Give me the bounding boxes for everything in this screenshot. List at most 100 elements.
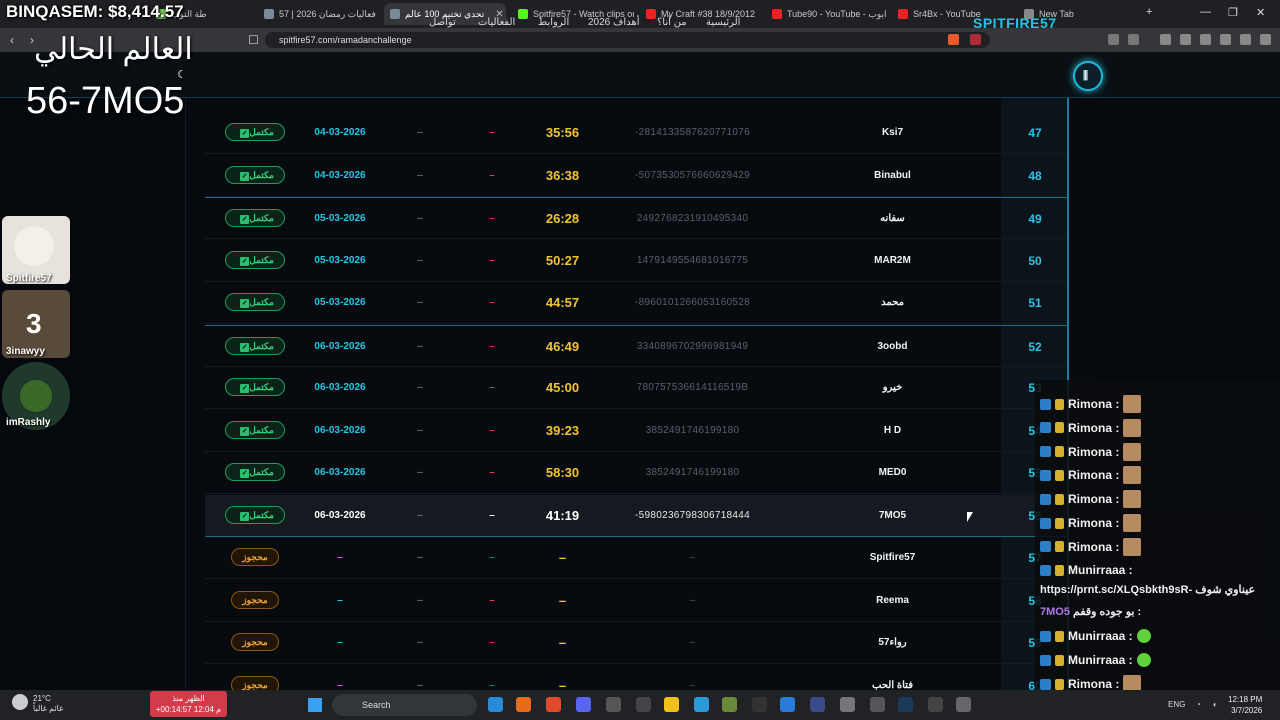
table-row[interactable]: محجوز–––––رواء5759 <box>205 622 1067 664</box>
table-row[interactable]: مكتمل 06-03-2026 – – 39:23 3852491746199180 H … <box>205 410 1067 452</box>
badge-icon <box>1055 564 1064 576</box>
platform-icon <box>1040 630 1051 642</box>
table-row[interactable]: مكتمل 05-03-2026 – – 50:27 147914955468101677… <box>205 240 1067 282</box>
bookmark-icon[interactable]: ☐ <box>248 33 259 47</box>
date-cell: 04-03-2026 <box>314 127 366 138</box>
network-icon[interactable]: ◔ <box>1196 700 1201 709</box>
chat-message: Munirraaa : <box>1040 649 1151 671</box>
table-row[interactable]: محجوز–––––Spitfire5757 <box>205 537 1067 579</box>
tab-6[interactable]: Tube90 - YouTube - ايوب <box>766 3 888 25</box>
maximize-icon[interactable]: ❐ <box>1228 6 1238 19</box>
url-field[interactable]: spitfire57.com/ramadanchallenge <box>265 32 990 48</box>
menu-icon[interactable] <box>1260 34 1271 45</box>
empty-cell: – <box>489 127 495 138</box>
media-icon[interactable] <box>1160 34 1171 45</box>
platform-icon <box>1040 678 1051 690</box>
table-row[interactable]: مكتمل 04-03-2026 – – 35:56 -28141335876207710… <box>205 112 1067 154</box>
empty-cell: – <box>489 552 495 563</box>
empty-cell: – <box>489 594 495 606</box>
site-logo-mark[interactable]: ⫼ <box>1073 61 1103 91</box>
seed-cell: 1479149554681016775 <box>636 254 749 266</box>
app-icon[interactable] <box>928 697 943 712</box>
empty-cell: – <box>417 637 423 648</box>
date-cell: 05-03-2026 <box>314 254 366 266</box>
steam-icon[interactable] <box>898 697 913 712</box>
date-cell: 05-03-2026 <box>314 213 366 224</box>
seed-cell: – <box>689 594 696 606</box>
vpn-icon[interactable] <box>1240 34 1251 45</box>
emote-icon <box>1123 418 1142 437</box>
app-icon[interactable] <box>870 697 885 712</box>
wallet-icon[interactable] <box>1200 34 1211 45</box>
chat-message: Rimona : <box>1040 464 1142 486</box>
rank-cell: 47 <box>1028 126 1042 140</box>
nav-contact[interactable]: تواصل <box>429 17 456 28</box>
extension-icon[interactable] <box>1108 34 1119 45</box>
prayer-time-widget[interactable]: الظهر منذ +00:14:57 12:04 م <box>150 691 227 717</box>
empty-cell: – <box>489 297 495 308</box>
firefox-icon[interactable] <box>516 697 531 712</box>
copilot-icon[interactable] <box>488 697 503 712</box>
sidebar-icon[interactable] <box>1180 34 1191 45</box>
language-indicator[interactable]: ENG <box>1168 700 1185 709</box>
tab-2[interactable]: 57 | فعاليات رمضان 2026 <box>258 3 380 25</box>
nav-goals[interactable]: أهداف 2026 <box>588 17 639 28</box>
date-cell: 05-03-2026 <box>314 297 366 308</box>
close-window-icon[interactable]: ✕ <box>1256 6 1265 19</box>
taskbar-search[interactable]: Search <box>332 694 477 716</box>
platform-icon <box>1040 564 1051 576</box>
app-icon[interactable] <box>810 697 825 712</box>
empty-cell: – <box>489 169 495 181</box>
app-icon[interactable] <box>752 697 767 712</box>
site-logo[interactable]: SPITFIRE57 <box>973 15 1057 31</box>
brave-rewards-icon[interactable] <box>970 34 981 45</box>
emote-icon <box>1136 653 1151 667</box>
vscode-icon[interactable] <box>780 697 795 712</box>
system-clock[interactable]: 12:18 PM 3/7/2026 <box>1228 694 1262 716</box>
app-icon[interactable] <box>840 697 855 712</box>
brave-icon[interactable] <box>546 697 561 712</box>
volume-icon[interactable]: ◖ <box>1212 700 1217 709</box>
back-icon[interactable]: ‹ <box>10 33 14 47</box>
minimize-icon[interactable]: — <box>1200 6 1211 18</box>
emote-icon <box>1123 537 1142 556</box>
table-row[interactable]: مكتمل 06-03-2026 – – 41:19 -59802367983067184… <box>205 494 1067 537</box>
weather-icon[interactable] <box>12 694 28 710</box>
temperature: 21°C <box>33 694 51 703</box>
badge-icon <box>1055 469 1064 481</box>
obs-icon[interactable] <box>636 697 651 712</box>
weather-widget[interactable]: 21°C غائم غالباً <box>33 694 63 714</box>
nav-events[interactable]: الفعاليات <box>478 17 515 28</box>
minecraft-icon[interactable] <box>722 697 737 712</box>
player-name-cell: Binabul <box>874 169 911 181</box>
clock-date: 3/7/2026 <box>1231 706 1263 715</box>
ai-icon[interactable] <box>1220 34 1231 45</box>
empty-cell: – <box>417 297 423 308</box>
brave-shield-icon[interactable] <box>948 34 959 45</box>
status-badge: مكتمل <box>215 112 295 154</box>
table-row[interactable]: مكتمل 06-03-2026 – – 58:30 3852491746199180 ME… <box>205 452 1067 494</box>
app-icon[interactable] <box>694 697 709 712</box>
table-row[interactable]: مكتمل 06-03-2026 – – 45:00 780757536614116519… <box>205 367 1067 409</box>
status-badge: مكتمل <box>215 282 295 324</box>
file-explorer-icon[interactable] <box>664 697 679 712</box>
nav-home[interactable]: الرئيسية <box>706 17 740 28</box>
chat-user: Rimona : <box>1068 516 1120 530</box>
app-icon[interactable] <box>606 697 621 712</box>
discord-icon[interactable] <box>576 697 591 712</box>
windows-start-icon[interactable] <box>308 698 322 712</box>
new-tab-icon[interactable]: + <box>1146 6 1152 18</box>
nav-about[interactable]: من أنا؟ <box>657 17 687 28</box>
badge-icon <box>1055 654 1064 666</box>
app-icon[interactable] <box>956 697 971 712</box>
table-row[interactable]: مكتمل 05-03-2026 – – 26:28 249276823191049534… <box>205 197 1067 239</box>
table-row[interactable]: محجوز–––––Reema58 <box>205 580 1067 622</box>
extension-icon[interactable] <box>1128 34 1139 45</box>
chat-message: Rimona : <box>1040 393 1142 415</box>
player-name-cell: MAR2M <box>874 254 911 266</box>
badge-icon <box>1055 446 1064 458</box>
nav-links[interactable]: الروابط <box>538 17 569 28</box>
table-row[interactable]: مكتمل 06-03-2026 – – 46:49 334089670299698194… <box>205 324 1067 367</box>
table-row[interactable]: مكتمل 05-03-2026 – – 44:57 -89601012660531605… <box>205 282 1067 324</box>
table-row[interactable]: مكتمل 04-03-2026 – – 36:38 -50735305766606294… <box>205 155 1067 197</box>
